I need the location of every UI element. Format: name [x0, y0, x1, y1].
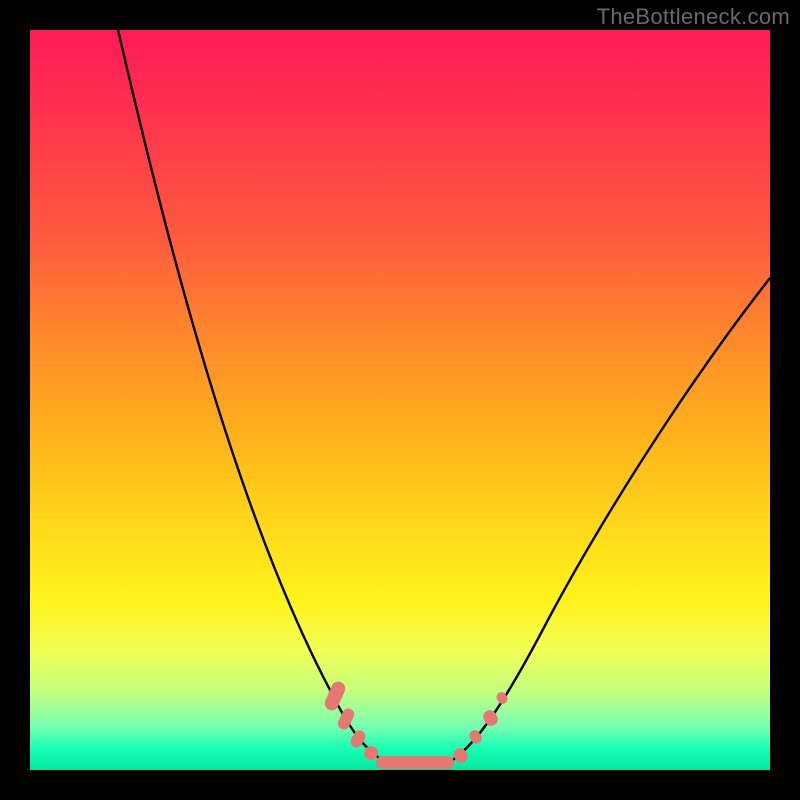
curve-right-arm: [450, 278, 770, 762]
curve-left-arm: [118, 30, 385, 762]
bottleneck-curve: [30, 30, 770, 770]
plot-area: [30, 30, 770, 770]
marker-bar: [376, 756, 454, 769]
watermark-text: TheBottleneck.com: [597, 4, 790, 30]
chart-frame: TheBottleneck.com: [0, 0, 800, 800]
